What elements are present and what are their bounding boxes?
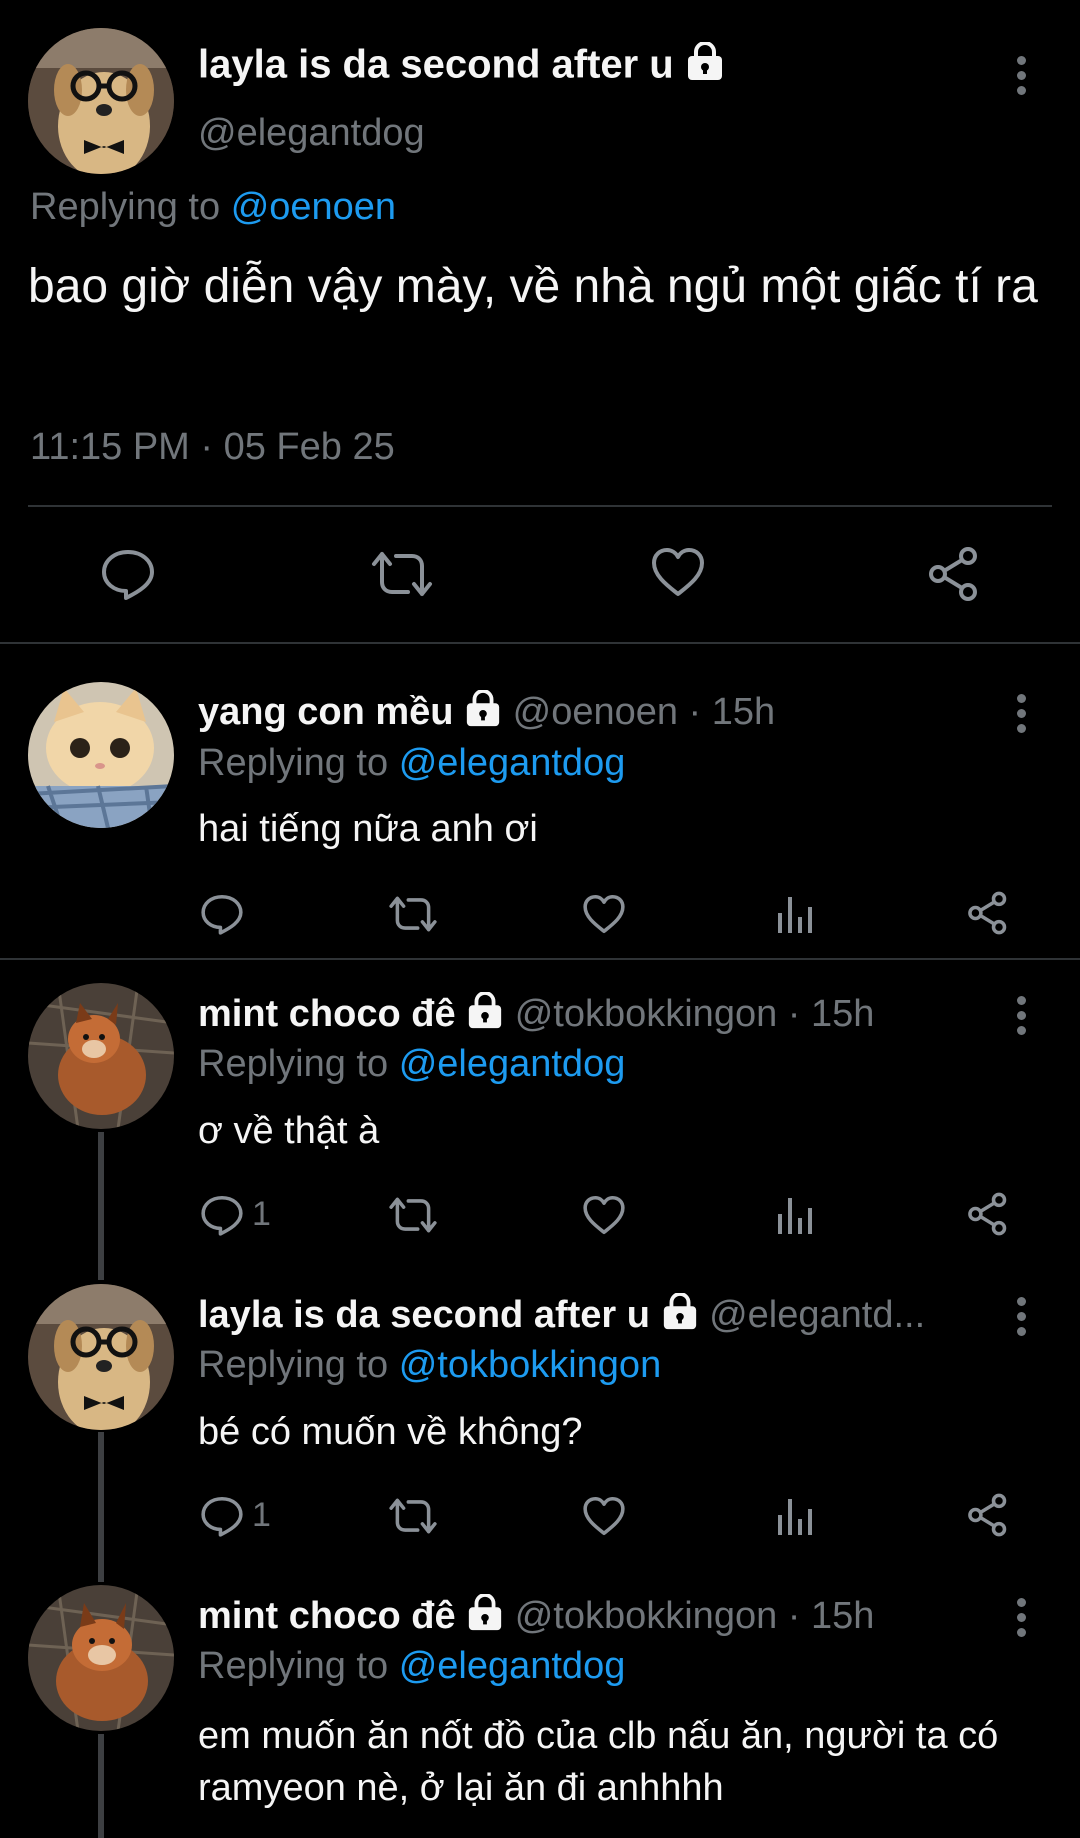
lock-icon: [464, 689, 502, 738]
divider: [0, 642, 1080, 644]
like-icon[interactable]: [582, 1495, 626, 1537]
lock-icon: [685, 41, 725, 92]
replying-label: Replying to: [198, 1344, 389, 1386]
reply-text: em muốn ăn nốt đồ của clb nấu ăn, người …: [198, 1715, 999, 1809]
like-icon[interactable]: [582, 893, 626, 935]
reply-icon[interactable]: [200, 1194, 244, 1236]
reply-icon[interactable]: [100, 548, 156, 600]
replying-label: Replying to: [198, 742, 389, 784]
avatar-elegantdog[interactable]: [28, 28, 174, 174]
retweet-icon[interactable]: [388, 1495, 438, 1537]
display-name: mint choco đê: [198, 993, 456, 1036]
replying-label: Replying to: [198, 1645, 389, 1687]
retweet-icon[interactable]: [388, 1194, 438, 1236]
replying-to-line: Replying to @oenoen: [30, 186, 396, 229]
replying-label: Replying to: [198, 1043, 389, 1085]
share-icon[interactable]: [966, 1191, 1010, 1237]
handle[interactable]: @elegantdog: [198, 112, 425, 155]
replying-to-link[interactable]: @elegantdog: [399, 1645, 626, 1687]
lock-icon: [466, 1593, 504, 1642]
retweet-icon[interactable]: [388, 893, 438, 935]
handle-and-time: @tokbokkingon · 15h: [514, 993, 875, 1036]
reply-text: ơ về thật à: [198, 1110, 380, 1152]
reply-icon[interactable]: [200, 1495, 244, 1537]
replying-label: Replying to: [30, 186, 221, 228]
reply-icon[interactable]: [200, 893, 244, 935]
avatar-tokbokkingon[interactable]: [28, 1585, 174, 1731]
handle-and-time: @tokbokkingon · 15h: [514, 1595, 875, 1638]
more-options-icon[interactable]: [1014, 1297, 1028, 1342]
handle-and-time: @elegantd...: [709, 1294, 926, 1337]
display-name: layla is da second after u: [198, 1294, 650, 1337]
avatar-oenoen[interactable]: [28, 682, 174, 828]
replying-to-link[interactable]: @tokbokkingon: [399, 1344, 662, 1386]
display-name: mint choco đê: [198, 1595, 456, 1638]
replying-to-link[interactable]: @elegantdog: [399, 742, 626, 784]
avatar-elegantdog[interactable]: [28, 1284, 174, 1430]
reply-text: hai tiếng nữa anh ơi: [198, 808, 538, 850]
more-options-icon[interactable]: [1014, 56, 1028, 101]
tweet-text: bao giờ diễn vậy mày, về nhà ngủ một giấ…: [28, 260, 1038, 313]
replying-to-link[interactable]: @elegantdog: [399, 1043, 626, 1085]
share-icon[interactable]: [926, 546, 982, 602]
share-icon[interactable]: [966, 1492, 1010, 1538]
replying-to-link[interactable]: @oenoen: [231, 186, 396, 228]
display-name: yang con mều: [198, 691, 454, 734]
handle-and-time: @oenoen · 15h: [512, 691, 776, 734]
timestamp: 11:15 PM · 05 Feb 25: [30, 426, 395, 468]
views-icon[interactable]: [776, 1194, 816, 1236]
avatar-tokbokkingon[interactable]: [28, 983, 174, 1129]
lock-icon: [661, 1292, 699, 1341]
reply-count: 1: [252, 1496, 271, 1534]
lock-icon: [466, 991, 504, 1040]
share-icon[interactable]: [966, 890, 1010, 936]
display-name: layla is da second after u: [198, 42, 674, 87]
divider: [28, 505, 1052, 507]
more-options-icon[interactable]: [1014, 1598, 1028, 1643]
divider: [0, 958, 1080, 960]
views-icon[interactable]: [776, 1495, 816, 1537]
like-icon[interactable]: [582, 1194, 626, 1236]
views-icon[interactable]: [776, 893, 816, 935]
thread-line: [98, 1132, 104, 1280]
like-icon[interactable]: [650, 546, 706, 598]
thread-line: [98, 1734, 104, 1838]
thread-line: [98, 1432, 104, 1582]
more-options-icon[interactable]: [1014, 996, 1028, 1041]
reply-text: bé có muốn về không?: [198, 1411, 583, 1453]
retweet-icon[interactable]: [370, 548, 434, 600]
reply-count: 1: [252, 1195, 271, 1233]
more-options-icon[interactable]: [1014, 694, 1028, 739]
